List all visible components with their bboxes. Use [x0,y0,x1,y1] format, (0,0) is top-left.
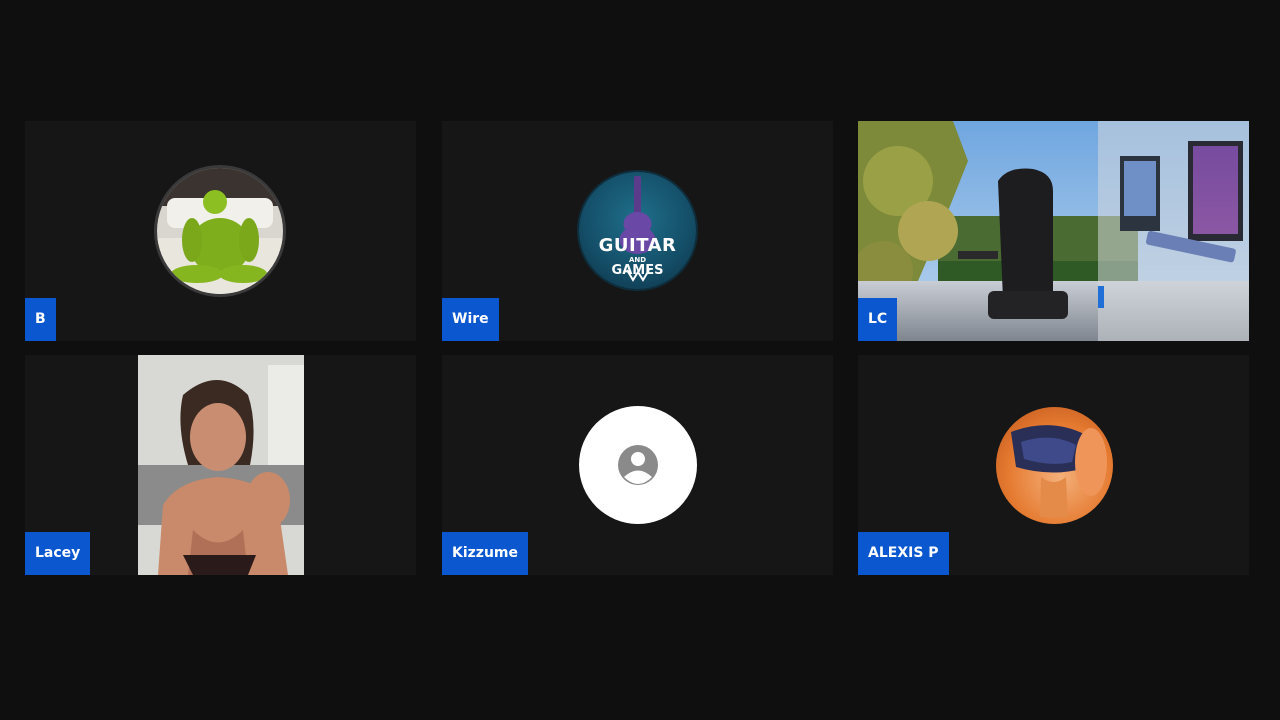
webcam-video [138,355,304,575]
logo-text-games: GAMES [611,263,664,278]
participant-name-tag: ALEXIS P [858,532,949,575]
green-figure-avatar-icon [157,168,283,294]
orange-photo-avatar-icon [996,407,1113,524]
logo-text-guitar: GUITAR [598,235,677,256]
participant-name-tag: Wire [442,298,499,341]
participant-name-tag: LC [858,298,898,341]
participant-tile-kizzume[interactable]: Kizzume [442,355,833,575]
participant-tile-lc[interactable]: LC [858,121,1249,341]
participant-tile-b[interactable]: B [25,121,416,341]
participant-name-tag: Kizzume [442,532,528,575]
participant-name-tag: B [25,298,56,341]
gaming-setup-video [858,121,1249,341]
participant-tile-wire[interactable]: GUITAR AND GAMES Wire [442,121,833,341]
participant-tile-alexis-p[interactable]: ALEXIS P [858,355,1249,575]
default-user-icon [579,406,697,524]
participant-tile-lacey[interactable]: Lacey [25,355,416,575]
participant-name-tag: Lacey [25,532,91,575]
video-call-grid: B GUITAR AND GAMES Wire LC Lacey Kizzume… [0,0,1280,720]
guitar-and-games-logo-icon: GUITAR AND GAMES [579,172,696,289]
